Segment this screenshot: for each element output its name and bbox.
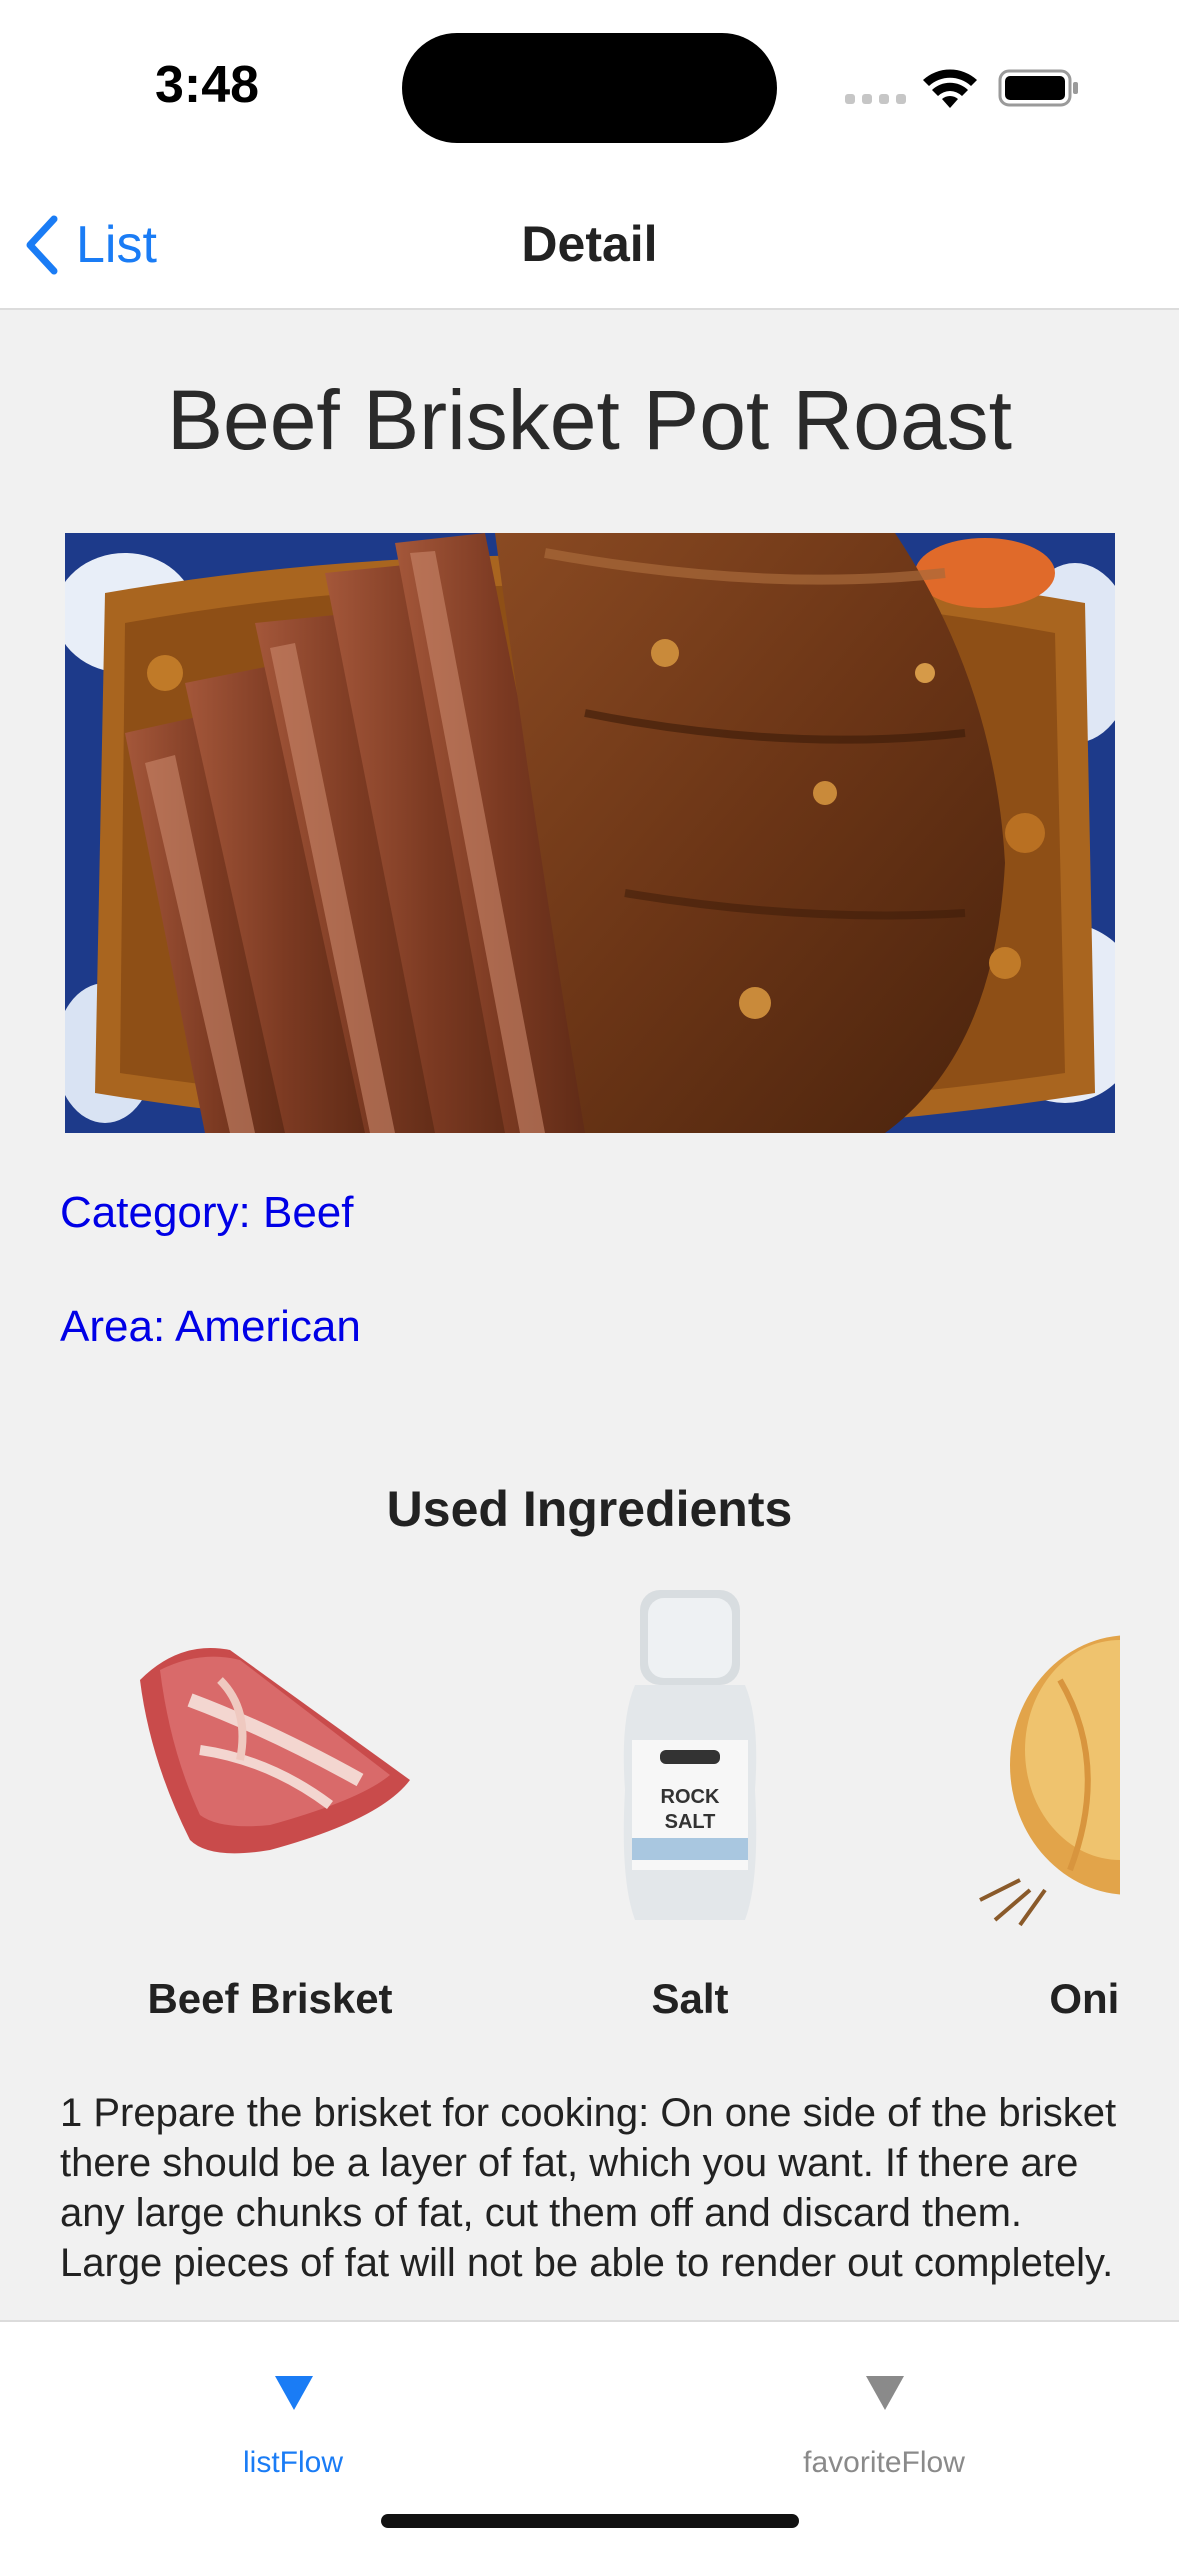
onion-image bbox=[979, 1635, 1120, 1927]
page-title: Detail bbox=[521, 216, 658, 272]
ingredient-item[interactable]: Beef Brisket bbox=[60, 1590, 480, 2022]
tab-label: listFlow bbox=[242, 2446, 343, 2479]
home-indicator bbox=[381, 2514, 799, 2528]
ingredient-label: Beef Brisket bbox=[147, 1975, 393, 2022]
wifi-icon bbox=[923, 69, 977, 108]
dynamic-island bbox=[402, 33, 777, 143]
beef-brisket-image bbox=[140, 1648, 410, 1854]
status-time: 3:48 bbox=[155, 56, 260, 114]
status-bar: 3:48 bbox=[0, 0, 1179, 175]
ingredient-item[interactable]: Onion bbox=[900, 1590, 1120, 2022]
triangle-down-icon bbox=[866, 2376, 904, 2410]
area-link[interactable]: Area: American bbox=[60, 1302, 361, 1352]
ingredients-section-title: Used Ingredients bbox=[386, 1481, 793, 1537]
triangle-down-icon bbox=[275, 2376, 313, 2410]
svg-text:SALT: SALT bbox=[665, 1811, 716, 1833]
tab-list-flow[interactable]: listFlow bbox=[113, 2346, 473, 2496]
recipe-image bbox=[65, 533, 1115, 1133]
recipe-instructions: 1 Prepare the brisket for cooking: On on… bbox=[60, 2091, 1117, 2285]
cellular-signal-icon bbox=[845, 94, 906, 104]
recipe-title: Beef Brisket Pot Roast bbox=[166, 373, 1013, 467]
tab-label: favoriteFlow bbox=[803, 2446, 965, 2479]
category-link[interactable]: Category: Beef bbox=[60, 1188, 354, 1238]
battery-icon bbox=[998, 69, 1078, 107]
ingredient-label: Onion bbox=[1049, 1975, 1120, 2022]
ingredient-label: Salt bbox=[651, 1975, 729, 2022]
ingredients-carousel[interactable]: Beef Brisket ROCK SALT Salt Oni bbox=[60, 1590, 1120, 2050]
ingredient-item[interactable]: ROCK SALT Salt bbox=[480, 1590, 900, 2022]
navigation-bar: List Detail bbox=[0, 175, 1179, 310]
tab-favorite-flow[interactable]: favoriteFlow bbox=[704, 2346, 1064, 2496]
salt-grinder-image: ROCK SALT bbox=[623, 1590, 757, 1920]
svg-text:ROCK: ROCK bbox=[661, 1786, 720, 1808]
